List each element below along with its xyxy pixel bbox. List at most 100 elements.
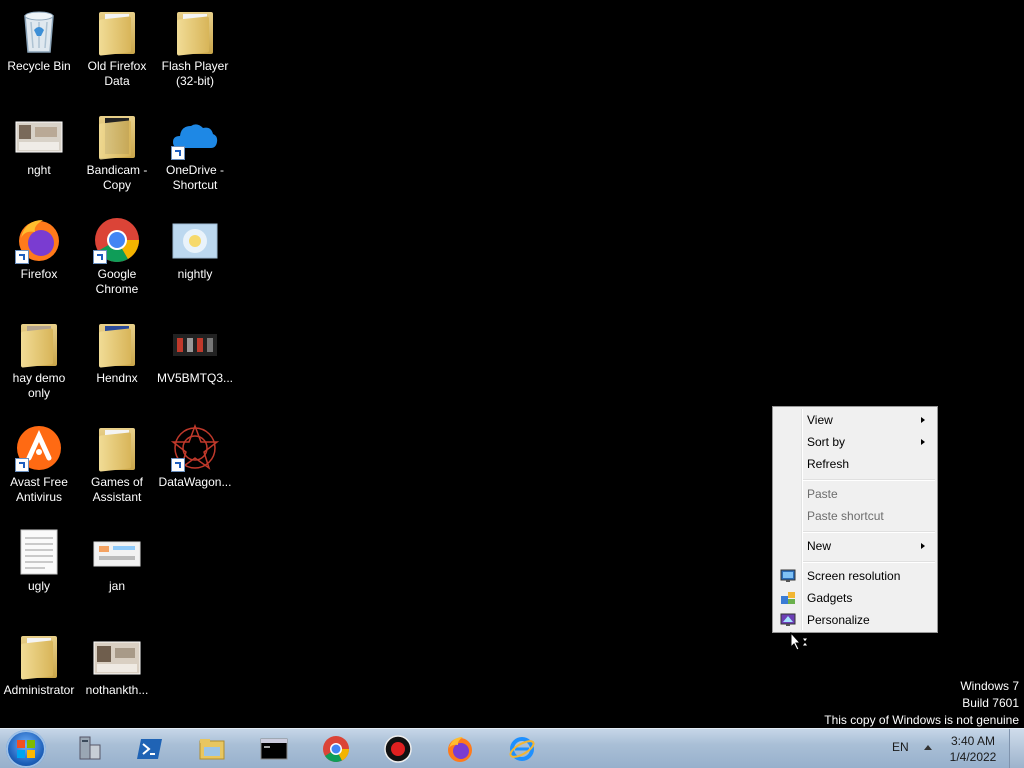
desktop-icon-nght[interactable]: nght: [1, 106, 77, 178]
monitor-icon: [780, 568, 796, 584]
menu-item-label: Paste: [807, 487, 838, 501]
taskbar-bandicam[interactable]: [372, 731, 424, 767]
icon-label: Google Chrome: [95, 267, 139, 296]
image-thumbnail-icon: [15, 112, 63, 160]
powershell-icon: [137, 739, 162, 759]
desktop-icon-bandicam-copy[interactable]: Bandicam - Copy: [79, 106, 155, 193]
avast-icon: [15, 424, 63, 472]
desktop-icon-firefox[interactable]: Firefox: [1, 210, 77, 282]
image-thumbnail-icon: [93, 528, 141, 576]
image-thumbnail-icon: [93, 632, 141, 680]
desktop-icon-nightly[interactable]: nightly: [157, 210, 233, 282]
shortcut-arrow-icon: [15, 250, 29, 264]
desktop-icon-avast[interactable]: Avast Free Antivirus: [1, 418, 77, 505]
taskbar-server-manager[interactable]: [64, 731, 116, 767]
folder-icon: [171, 8, 219, 56]
folder-icon: [93, 320, 141, 368]
menu-item-personalize[interactable]: Personalize: [775, 609, 935, 631]
menu-item-view[interactable]: View: [775, 409, 935, 431]
taskbar: EN 3:40 AM 1/4/2022: [0, 728, 1024, 768]
taskbar-command-prompt[interactable]: [248, 731, 300, 767]
menu-item-new[interactable]: New: [775, 535, 935, 557]
icon-label: Recycle Bin: [7, 59, 71, 73]
internet-explorer-icon: [509, 737, 535, 761]
desktop-icon-google-chrome[interactable]: Google Chrome: [79, 210, 155, 297]
menu-separator: [803, 561, 935, 563]
document-thumbnail-icon: [15, 528, 63, 576]
submenu-arrow-icon: [921, 439, 925, 445]
icon-label: DataWagon...: [158, 475, 232, 489]
watermark-os: Windows 7: [960, 679, 1019, 693]
shortcut-arrow-icon: [171, 458, 185, 472]
desktop-icon-recycle-bin[interactable]: Recycle Bin: [1, 2, 77, 74]
menu-item-label: Refresh: [807, 457, 850, 471]
icon-label: jan: [108, 579, 125, 593]
desktop[interactable]: Recycle Bin nght Firefox hay demo only A…: [0, 0, 1024, 728]
firefox-icon: [15, 216, 63, 264]
shortcut-arrow-icon: [15, 458, 29, 472]
recycle-bin-icon: [15, 8, 63, 56]
menu-item-gadgets[interactable]: Gadgets: [775, 587, 935, 609]
icon-label: MV5BMTQ3...: [157, 371, 234, 385]
icon-label: nothankth...: [85, 683, 149, 697]
desktop-icon-hay-demo-only[interactable]: hay demo only: [1, 314, 77, 401]
shortcut-arrow-icon: [93, 250, 107, 264]
desktop-icon-datawagon[interactable]: DataWagon...: [157, 418, 233, 490]
desktop-icon-old-firefox-data[interactable]: Old Firefox Data: [79, 2, 155, 89]
show-desktop-button[interactable]: [1009, 729, 1024, 768]
menu-item-paste-shortcut[interactable]: Paste shortcut: [775, 505, 935, 527]
firefox-icon: [448, 737, 472, 762]
menu-item-paste[interactable]: Paste: [775, 483, 935, 505]
taskbar-chrome[interactable]: [310, 731, 362, 767]
icon-label: Bandicam - Copy: [86, 163, 148, 192]
image-thumbnail-icon: [171, 320, 219, 368]
menu-item-screen-resolution[interactable]: Screen resolution: [775, 565, 935, 587]
icon-label: ugly: [27, 579, 50, 593]
menu-item-label: Screen resolution: [807, 569, 901, 583]
menu-item-label: Sort by: [807, 435, 846, 449]
chrome-icon: [93, 216, 141, 264]
desktop-icon-flash-player[interactable]: Flash Player (32-bit): [157, 2, 233, 89]
submenu-arrow-icon: [921, 543, 925, 549]
command-prompt-icon: [260, 738, 288, 760]
windows-watermark: Windows 7 Build 7601 This copy of Window…: [824, 678, 1019, 729]
desktop-icon-mv5bmtq3[interactable]: MV5BMTQ3...: [157, 314, 233, 386]
taskbar-file-explorer[interactable]: [186, 731, 238, 767]
gadgets-icon: [780, 590, 796, 606]
menu-item-sort-by[interactable]: Sort by: [775, 431, 935, 453]
icon-label: nght: [27, 163, 51, 177]
image-thumbnail-icon: [171, 216, 219, 264]
server-manager-icon: [79, 736, 101, 760]
show-hidden-icons-arrow-icon[interactable]: [924, 745, 932, 750]
folder-icon: [93, 112, 141, 160]
desktop-icon-games-of-assistant[interactable]: Games of Assistant: [79, 418, 155, 505]
clock-date: 1/4/2022: [949, 750, 997, 764]
desktop-icon-administrator[interactable]: Administrator: [1, 626, 77, 698]
system-clock[interactable]: 3:40 AM 1/4/2022: [940, 733, 1006, 765]
desktop-icon-jan[interactable]: jan: [79, 522, 155, 594]
taskbar-powershell[interactable]: [124, 731, 176, 767]
desktop-icon-hendnx[interactable]: Hendnx: [79, 314, 155, 386]
menu-item-label: New: [807, 539, 832, 553]
taskbar-firefox[interactable]: [434, 731, 486, 767]
start-button[interactable]: [6, 730, 46, 768]
menu-item-label: Personalize: [807, 613, 870, 627]
icon-label: Old Firefox Data: [87, 59, 147, 88]
onedrive-cloud-icon: [171, 112, 219, 160]
watermark-build: Build 7601: [962, 696, 1019, 710]
watermark-genuine-notice: This copy of Windows is not genuine: [824, 713, 1019, 727]
chrome-icon: [323, 736, 349, 762]
menu-item-refresh[interactable]: Refresh: [775, 453, 935, 475]
busy-cursor-icon: [790, 631, 810, 652]
folder-icon: [93, 8, 141, 56]
menu-item-label: View: [807, 413, 833, 427]
icon-label: Hendnx: [96, 371, 138, 385]
menu-separator: [803, 531, 935, 533]
datawagon-icon: [170, 423, 220, 472]
desktop-icon-ugly[interactable]: ugly: [1, 522, 77, 594]
taskbar-internet-explorer[interactable]: [496, 731, 548, 767]
language-indicator[interactable]: EN: [892, 740, 909, 754]
desktop-icon-onedrive-shortcut[interactable]: OneDrive - Shortcut: [157, 106, 233, 193]
desktop-icon-nothankth[interactable]: nothankth...: [79, 626, 155, 698]
icon-label: Games of Assistant: [90, 475, 144, 504]
